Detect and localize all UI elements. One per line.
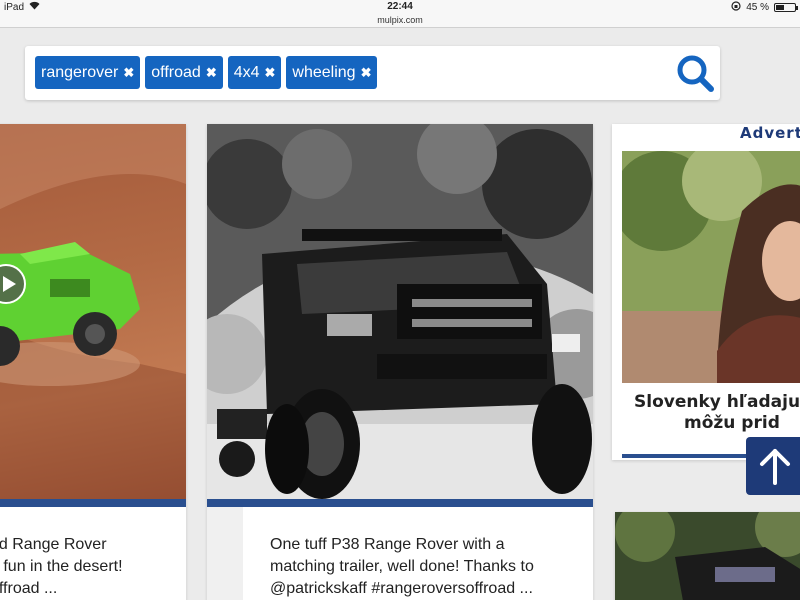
play-icon <box>3 276 16 292</box>
arrow-up-icon <box>760 449 790 485</box>
post-card[interactable]: ed Range Rover e fun in the desert! offr… <box>0 124 186 600</box>
caption-line: ed Range Rover <box>0 536 107 553</box>
search-box[interactable]: rangerover ✖ offroad ✖ 4x4 ✖ wheeling ✖ <box>25 46 720 100</box>
caption-line: e fun in the desert! <box>0 558 123 575</box>
card-accent-bar <box>207 499 593 507</box>
search-icon <box>677 55 714 92</box>
remove-tag-icon[interactable]: ✖ <box>265 65 276 81</box>
battery-icon <box>774 3 798 12</box>
card-accent-bar <box>0 499 186 507</box>
url-bar[interactable]: mulpix.com <box>0 14 800 28</box>
advertisement[interactable]: Advert Slovenky hľadaju môžu prid <box>612 124 800 460</box>
post-card[interactable]: One tuff P38 Range Rover with a matching… <box>207 124 593 600</box>
post-photo-green-truck[interactable] <box>0 124 186 499</box>
tag-label: 4x4 <box>233 63 260 81</box>
caption-line: One tuff P38 Range Rover with a <box>270 536 505 553</box>
post-card[interactable] <box>615 512 800 600</box>
ad-title-line: môžu prid <box>684 413 780 433</box>
search-tag[interactable]: wheeling ✖ <box>286 56 378 89</box>
ad-title[interactable]: Slovenky hľadaju môžu prid <box>634 392 800 434</box>
search-tag[interactable]: offroad ✖ <box>145 56 223 89</box>
ad-label: Advert <box>740 124 800 142</box>
search-button[interactable] <box>674 52 716 94</box>
caption-line: @patrickskaff #rangeroversoffroad ... <box>270 580 533 597</box>
status-bar: iPad 22:44 45 % <box>0 0 800 14</box>
post-photo-range-rover[interactable] <box>207 124 593 499</box>
search-tags: rangerover ✖ offroad ✖ 4x4 ✖ wheeling ✖ <box>35 56 378 89</box>
play-button[interactable] <box>0 264 26 304</box>
clock: 22:44 <box>387 1 413 12</box>
ad-title-line: Slovenky hľadaju <box>634 392 800 412</box>
remove-tag-icon[interactable]: ✖ <box>361 65 372 81</box>
remove-tag-icon[interactable]: ✖ <box>206 65 217 81</box>
orientation-lock-icon <box>731 1 741 14</box>
remove-tag-icon[interactable]: ✖ <box>123 65 134 81</box>
tag-label: offroad <box>151 63 201 81</box>
post-photo-truck-forest[interactable] <box>615 512 800 600</box>
ad-photo[interactable] <box>622 151 800 383</box>
caption-line: matching trailer, well done! Thanks to <box>270 558 534 575</box>
caption-line: offroad ... <box>0 580 58 597</box>
post-caption: One tuff P38 Range Rover with a matching… <box>270 534 534 600</box>
post-caption: ed Range Rover e fun in the desert! offr… <box>0 534 123 600</box>
search-tag[interactable]: 4x4 ✖ <box>227 56 282 89</box>
search-tag[interactable]: rangerover ✖ <box>35 56 141 89</box>
tag-label: wheeling <box>292 63 356 81</box>
status-right: 45 % <box>731 1 798 14</box>
card-side-strip <box>207 507 243 600</box>
tag-label: rangerover <box>41 63 119 81</box>
back-to-top-button[interactable] <box>746 437 800 495</box>
battery-percent: 45 % <box>746 2 769 13</box>
